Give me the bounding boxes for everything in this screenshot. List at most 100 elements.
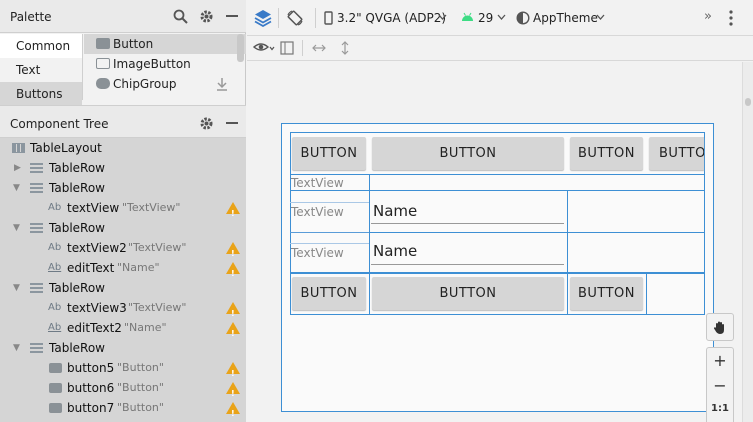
- tree-node-textview3[interactable]: Ab textView3 "TextView": [0, 298, 246, 324]
- tree-node-tablerow[interactable]: ▼ TableRow: [0, 218, 246, 238]
- gear-icon[interactable]: [198, 115, 214, 131]
- api-level-selector[interactable]: 29: [478, 11, 493, 25]
- button-icon: [49, 383, 62, 393]
- palette-item-label: ImageButton: [113, 57, 191, 71]
- tree-node-value: "TextView": [128, 301, 187, 314]
- tree-node-tablerow[interactable]: ▶ TableRow: [0, 158, 246, 178]
- tree-node-textview[interactable]: Ab textView "TextView": [0, 198, 246, 224]
- layers-icon[interactable]: [254, 9, 272, 27]
- device-selector[interactable]: 3.2" QVGA (ADP2): [337, 11, 446, 25]
- preview-textview3[interactable]: TextView: [291, 246, 344, 260]
- chevron-right-icon[interactable]: ▶: [14, 158, 21, 178]
- button-icon: [96, 38, 110, 49]
- chevron-down-icon[interactable]: [595, 12, 605, 22]
- category-buttons[interactable]: Buttons: [0, 82, 82, 106]
- palette-scrollbar[interactable]: [237, 34, 244, 62]
- theme-selector[interactable]: AppTheme: [533, 11, 598, 25]
- vertical-resize-icon[interactable]: [339, 39, 351, 57]
- warning-icon[interactable]: [226, 242, 240, 264]
- horizontal-resize-icon[interactable]: [311, 41, 327, 55]
- tree-node-value: "Button": [117, 401, 164, 414]
- toolbar-divider: [315, 8, 316, 28]
- download-icon[interactable]: [215, 76, 229, 92]
- tree-node-button7[interactable]: button7 "Button": [0, 398, 246, 422]
- component-tree-title: Component Tree: [10, 117, 109, 131]
- chevron-down-icon[interactable]: [437, 12, 447, 22]
- blueprint-icon[interactable]: [279, 40, 295, 56]
- tree-node-label: editText2: [67, 321, 122, 335]
- palette-item-chipgroup[interactable]: ChipGroup: [84, 74, 246, 94]
- tree-node-tablerow[interactable]: ▼ TableRow: [0, 338, 246, 358]
- tree-node-label: editText: [67, 261, 115, 275]
- tree-node-label: TableRow: [49, 161, 105, 175]
- orientation-icon[interactable]: [285, 8, 305, 28]
- gear-icon[interactable]: [198, 8, 214, 24]
- tree-node-textview2[interactable]: Ab textView2 "TextView": [0, 238, 246, 264]
- palette-item-button[interactable]: Button: [84, 34, 246, 54]
- preview-button7[interactable]: BUTTON: [570, 277, 643, 310]
- search-icon[interactable]: [172, 8, 188, 24]
- chevron-down-icon[interactable]: ▼: [13, 178, 20, 198]
- chip-icon: [96, 78, 110, 89]
- warning-icon[interactable]: [226, 262, 240, 284]
- tree-node-edittext[interactable]: Ab editText "Name": [0, 258, 246, 284]
- tree-node-label: textView: [67, 201, 120, 215]
- warning-icon[interactable]: [226, 382, 240, 404]
- zoom-out-button[interactable]: −: [713, 376, 726, 396]
- zoom-actual-size-button[interactable]: 1:1: [711, 402, 729, 416]
- warning-icon[interactable]: [226, 322, 240, 344]
- preview-button[interactable]: BUTTON: [372, 137, 564, 170]
- warning-icon[interactable]: [226, 302, 240, 324]
- edittext-icon: Ab: [48, 322, 62, 333]
- tree-node-label: TableRow: [49, 281, 105, 295]
- preview-textview2[interactable]: TextView: [291, 205, 344, 219]
- row-divider: [290, 272, 705, 274]
- chevron-down-icon[interactable]: ▼: [13, 218, 20, 238]
- palette-item-imagebutton[interactable]: ImageButton: [84, 54, 246, 74]
- pan-button[interactable]: [706, 313, 734, 341]
- preview-button[interactable]: BUTTO: [649, 137, 704, 170]
- preview-button[interactable]: BUTTON: [292, 137, 366, 170]
- edittext-icon: Ab: [48, 262, 62, 273]
- eye-icon[interactable]: [253, 40, 275, 56]
- preview-button6[interactable]: BUTTON: [372, 277, 564, 310]
- tree-node-button6[interactable]: button6 "Button": [0, 378, 246, 404]
- tree-node-button5[interactable]: button5 "Button": [0, 358, 246, 384]
- preview-button[interactable]: BUTTON: [570, 137, 643, 170]
- more-options-button[interactable]: »: [704, 9, 712, 24]
- preview-edittext2[interactable]: Name: [371, 242, 564, 265]
- cell-divider: [290, 243, 369, 244]
- chevron-down-icon[interactable]: [496, 12, 506, 22]
- palette-header: Palette: [0, 0, 246, 33]
- canvas-scrollbar[interactable]: [742, 62, 753, 422]
- tree-node-tablerow[interactable]: ▼ TableRow: [0, 178, 246, 198]
- category-text[interactable]: Text: [0, 58, 82, 82]
- preview-edittext[interactable]: Name: [371, 202, 564, 224]
- warning-icon[interactable]: [226, 362, 240, 384]
- tree-node-label: TableRow: [49, 341, 105, 355]
- minimize-icon[interactable]: [224, 115, 240, 131]
- tree-node-tablelayout[interactable]: TableLayout: [0, 138, 246, 158]
- tree-node-tablerow[interactable]: ▼ TableRow: [0, 278, 246, 298]
- tree-node-label: textView3: [67, 301, 127, 315]
- tree-node-label: textView2: [67, 241, 127, 255]
- preview-button5[interactable]: BUTTON: [292, 277, 366, 310]
- chevron-down-icon[interactable]: ▼: [13, 338, 20, 358]
- warning-icon[interactable]: [226, 402, 240, 422]
- minimize-icon[interactable]: [224, 8, 240, 24]
- zoom-in-button[interactable]: +: [713, 351, 726, 371]
- more-vert-icon[interactable]: [722, 9, 740, 27]
- tree-node-edittext2[interactable]: Ab editText2 "Name": [0, 318, 246, 344]
- tree-node-value: "Name": [117, 261, 160, 274]
- chevron-down-icon[interactable]: ▼: [13, 278, 20, 298]
- warning-icon[interactable]: [226, 202, 240, 224]
- cell-divider: [290, 232, 369, 233]
- preview-textview[interactable]: TextView: [291, 176, 344, 190]
- android-icon: [460, 11, 474, 23]
- component-tree: TableLayout ▶ TableRow ▼ TableRow Ab tex…: [0, 138, 246, 422]
- tree-node-label: button6: [67, 381, 115, 395]
- textview-icon: Ab: [48, 202, 62, 213]
- row-divider: [290, 174, 705, 175]
- category-common[interactable]: Common: [0, 34, 82, 58]
- table-row-icon: [30, 183, 43, 193]
